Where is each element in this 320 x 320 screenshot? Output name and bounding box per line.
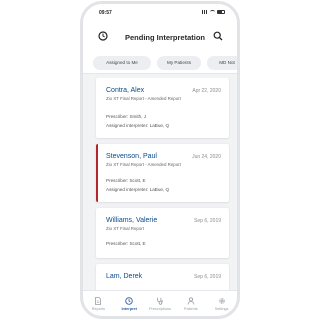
filter-chip-assigned-to-me[interactable]: Assigned to Me — [93, 56, 151, 70]
prescriber: Prescriber: Smith, J — [106, 114, 147, 119]
report-card[interactable]: Williams, Valerie Sep 6, 2019 Zio XT Fin… — [96, 208, 229, 258]
app-screen: 09:57 Pending Interpretation Assigned to… — [83, 4, 237, 316]
patient-name: Lam, Derek — [106, 273, 143, 280]
report-type: Zio XT Final Report — [106, 226, 144, 231]
person-icon — [187, 297, 195, 305]
filter-chip-my-patients[interactable]: My Patients — [157, 56, 201, 70]
tab-label: Interpret — [121, 307, 137, 311]
status-icons — [202, 10, 225, 14]
tab-settings[interactable]: Settings — [206, 291, 237, 316]
signal-icon — [202, 10, 208, 14]
filter-chip-md-not[interactable]: MD Not — [207, 56, 237, 70]
report-date: Sep 6, 2019 — [194, 274, 221, 280]
report-card[interactable]: Lam, Derek Sep 6, 2019 — [96, 264, 229, 290]
gear-icon — [218, 298, 225, 304]
status-time: 09:57 — [99, 10, 112, 16]
document-icon — [95, 297, 102, 305]
report-list: Contra, Alex Apr 22, 2020 Zio XT Final R… — [83, 78, 237, 290]
search-icon[interactable] — [213, 31, 223, 41]
report-type: Zio XT Final Report - Amended Report — [106, 96, 181, 101]
stethoscope-icon — [157, 297, 163, 305]
status-bar: 09:57 — [83, 4, 237, 20]
report-date: Apr 22, 2020 — [192, 88, 221, 94]
bottom-tab-bar: Reports Interpret Prescriptions Patients… — [83, 290, 237, 316]
patient-name: Contra, Alex — [106, 87, 145, 94]
report-card-flagged[interactable]: Stevenson, Paul Jun 24, 2020 Zio XT Fina… — [96, 144, 229, 202]
phone-frame: 09:57 Pending Interpretation Assigned to… — [80, 1, 240, 319]
tab-label: Reports — [91, 307, 106, 311]
patient-name: Williams, Valerie — [106, 217, 158, 224]
tab-interpret[interactable]: Interpret — [114, 291, 145, 316]
assigned-interpreter: Assigned interpreter: LaBue, Q — [106, 123, 170, 128]
tab-prescriptions[interactable]: Prescriptions — [145, 291, 176, 316]
prescriber: Prescriber: Scott, E — [106, 178, 146, 183]
clock-icon[interactable] — [98, 31, 108, 41]
report-type: Zio XT Final Report - Amended Report — [106, 162, 181, 167]
prescriber: Prescriber: Scott, E — [106, 241, 146, 246]
page-title: Pending Interpretation — [124, 33, 205, 42]
battery-icon — [217, 10, 225, 14]
clock-icon — [125, 297, 133, 305]
app-header: Pending Interpretation — [83, 20, 237, 52]
report-card[interactable]: Contra, Alex Apr 22, 2020 Zio XT Final R… — [96, 78, 229, 138]
report-date: Jun 24, 2020 — [192, 154, 221, 160]
tab-label: Prescriptions — [149, 307, 171, 311]
patient-name: Stevenson, Paul — [106, 153, 157, 160]
tab-label: Settings — [214, 307, 229, 311]
assigned-interpreter: Assigned interpreter: LaBue, Q — [106, 187, 170, 192]
filter-bar: Assigned to Me My Patients MD Not — [83, 52, 237, 74]
report-date: Sep 6, 2019 — [194, 218, 221, 224]
tab-label: Patients — [183, 307, 198, 311]
wifi-icon — [210, 10, 215, 14]
tab-reports[interactable]: Reports — [83, 291, 114, 316]
tab-patients[interactable]: Patients — [175, 291, 206, 316]
